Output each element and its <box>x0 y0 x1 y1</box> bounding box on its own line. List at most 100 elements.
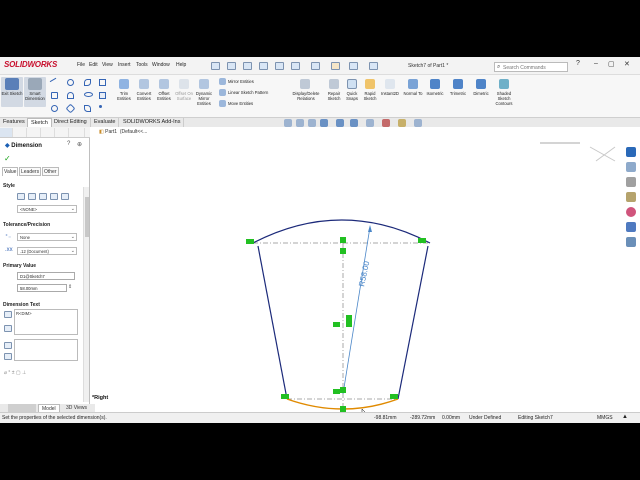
plane-tool-icon[interactable] <box>99 79 106 86</box>
sketch-point[interactable] <box>340 248 346 254</box>
repair-sketch-button[interactable]: Repair Sketch <box>324 91 344 101</box>
menu-insert[interactable]: Insert <box>118 62 131 68</box>
midpoint-relation-icon[interactable] <box>333 322 340 327</box>
quick-snaps-icon[interactable] <box>347 79 357 89</box>
trimetric-button[interactable]: Trimetric <box>447 91 469 96</box>
menu-file[interactable]: File <box>77 62 85 68</box>
relation-glyph[interactable] <box>346 321 352 327</box>
dimetric-icon[interactable] <box>476 79 486 89</box>
graphics-area[interactable]: R58.00 <box>90 127 620 412</box>
tab-addins[interactable]: SOLIDWORKS Add-Ins <box>120 118 185 127</box>
coincident-relation-icon[interactable] <box>390 394 398 399</box>
value-spin-icon[interactable]: ⇕ <box>68 284 72 290</box>
tolerance-type-dropdown[interactable]: None ⌄ <box>17 233 77 241</box>
offset-on-surface-icon[interactable] <box>179 79 189 89</box>
search-commands-field[interactable]: ⌕ Search Commands <box>494 62 568 72</box>
ok-check-icon[interactable]: ✓ <box>4 154 11 163</box>
coincident-relation-icon[interactable] <box>281 394 289 399</box>
print-icon[interactable] <box>275 62 284 70</box>
text-below-icon[interactable] <box>4 342 12 349</box>
repair-sketch-icon[interactable] <box>329 79 339 89</box>
zoom-to-fit-icon[interactable] <box>284 119 292 127</box>
linear-sketch-pattern-button[interactable]: Linear Sketch Pattern <box>228 90 268 95</box>
style-dropdown[interactable]: <NONE> ⌄ <box>17 205 77 213</box>
move-entities-icon[interactable] <box>219 100 226 107</box>
isometric-icon[interactable] <box>430 79 440 89</box>
dimxpert-manager-tab-icon[interactable] <box>42 128 55 137</box>
solidworks-logo[interactable]: SOLIDWORKS <box>4 60 57 69</box>
motion-study-tab[interactable] <box>8 404 36 412</box>
smart-dimension-button[interactable]: Smart Dimension <box>24 77 46 107</box>
text-tool-icon[interactable] <box>99 92 106 99</box>
tolerance-group-header[interactable]: Tolerance/Precision <box>3 222 50 228</box>
select-icon[interactable] <box>311 62 320 70</box>
menu-view[interactable]: View <box>102 62 113 68</box>
options-icon[interactable] <box>369 62 378 70</box>
save-icon[interactable] <box>259 62 268 70</box>
trim-entities-button[interactable]: Trim Entities <box>114 91 134 101</box>
new-document-icon[interactable] <box>227 62 236 70</box>
rapid-sketch-button[interactable]: Rapid Sketch <box>360 91 380 101</box>
ellipse-tool-icon[interactable] <box>84 92 93 97</box>
coincident-relation-icon[interactable] <box>418 238 426 243</box>
file-properties-icon[interactable] <box>349 62 358 70</box>
display-delete-relations-button[interactable]: Display/Delete Relations <box>289 91 323 101</box>
spline-tool-icon[interactable] <box>84 79 91 86</box>
delete-style-icon[interactable] <box>50 193 58 200</box>
pushpin-icon[interactable]: ⊕ <box>77 141 82 148</box>
tab-model[interactable]: Model <box>38 404 60 412</box>
normal-to-button[interactable]: Normal To <box>403 91 423 96</box>
zoom-to-area-icon[interactable] <box>296 119 304 127</box>
convert-entities-icon[interactable] <box>139 79 149 89</box>
primary-value-group-header[interactable]: Primary Value <box>3 263 36 269</box>
view-orientation-icon[interactable] <box>336 119 344 127</box>
display-style-icon[interactable] <box>350 119 358 127</box>
section-view-icon[interactable] <box>320 119 328 127</box>
symbol-row[interactable]: ⌀ ° ± ▢ ⊥ <box>4 370 26 376</box>
tab-leaders[interactable]: Leaders <box>19 167 42 176</box>
tab-sketch[interactable]: Sketch <box>27 118 52 127</box>
tab-value[interactable]: Value <box>2 167 19 176</box>
dynamic-mirror-icon[interactable] <box>199 79 209 89</box>
dimension-value-field[interactable]: 58.00mm <box>17 284 67 292</box>
menu-help[interactable]: Help <box>176 62 186 68</box>
dimension-name-field[interactable]: D1@Sketch7 <box>17 272 75 280</box>
dimension-text-group-header[interactable]: Dimension Text <box>3 302 40 308</box>
point-tool-icon[interactable] <box>99 105 102 108</box>
quick-snaps-button[interactable]: Quick Snaps <box>342 91 362 101</box>
polygon-tool-icon[interactable] <box>65 103 76 114</box>
tab-features[interactable]: Features <box>0 118 29 127</box>
tab-other[interactable]: Other <box>42 167 59 176</box>
move-entities-button[interactable]: Move Entities <box>228 101 253 106</box>
shaded-contours-icon[interactable] <box>499 79 509 89</box>
dimetric-button[interactable]: Dimetric <box>470 91 492 96</box>
unit-system[interactable]: MMGS <box>597 415 613 421</box>
mirror-entities-button[interactable]: Mirror Entities <box>228 79 254 84</box>
maximize-button[interactable]: ▢ <box>608 60 615 68</box>
unit-precision-dropdown[interactable]: .12 (Document) ⌄ <box>17 247 77 255</box>
isometric-button[interactable]: Isometric <box>424 91 446 96</box>
sketch-point[interactable] <box>340 237 346 243</box>
dimension-text-box-2[interactable] <box>14 339 78 361</box>
unit-menu-arrow-icon[interactable]: ▲ <box>622 414 628 420</box>
help-icon[interactable]: ? <box>576 60 580 67</box>
forum-icon[interactable] <box>626 237 636 247</box>
offset-entities-icon[interactable] <box>159 79 169 89</box>
style-group-header[interactable]: Style <box>3 183 15 189</box>
right-side-line[interactable] <box>397 245 429 400</box>
save-style-icon[interactable] <box>61 193 69 200</box>
previous-view-icon[interactable] <box>308 119 316 127</box>
offset-on-surface-button[interactable]: Offset On Surface <box>174 91 194 101</box>
show-text-eye-icon[interactable] <box>4 353 12 360</box>
minimize-button[interactable]: – <box>594 60 598 67</box>
tab-evaluate[interactable]: Evaluate <box>91 118 120 127</box>
solidworks-resources-icon[interactable] <box>626 147 636 157</box>
radius-dimension-text[interactable]: R58.00 <box>357 260 371 288</box>
menu-window[interactable]: Window <box>152 62 170 68</box>
expand-arrow-icon[interactable] <box>72 128 85 137</box>
hide-show-items-icon[interactable] <box>366 119 374 127</box>
fillet-tool-icon[interactable] <box>84 105 91 112</box>
dynamic-mirror-button[interactable]: Dynamic Mirror Entities <box>193 91 215 106</box>
feature-manager-tab-icon[interactable] <box>0 128 13 137</box>
design-library-icon[interactable] <box>626 162 636 172</box>
